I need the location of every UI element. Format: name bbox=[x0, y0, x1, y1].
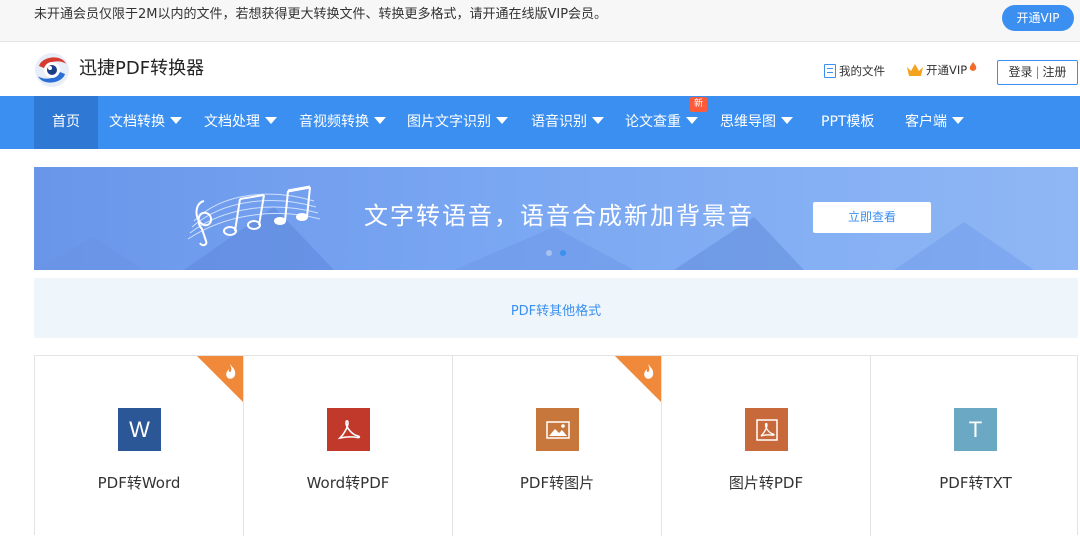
chevron-down-icon bbox=[265, 117, 277, 124]
my-files-label: 我的文件 bbox=[839, 64, 885, 78]
banner-view-button[interactable]: 立即查看 bbox=[813, 202, 931, 233]
nav-item-label: PPT模板 bbox=[821, 114, 875, 130]
nav-item-client[interactable]: 客户端 bbox=[905, 96, 964, 149]
site-header: 迅捷PDF转换器 我的文件 开通VIP 登录 | 注册 bbox=[0, 42, 1080, 96]
chevron-down-icon bbox=[374, 117, 386, 124]
tool-pdf-to-txt[interactable]: T PDF转TXT bbox=[871, 356, 1080, 536]
nav-item-doc-convert[interactable]: 文档转换 bbox=[109, 96, 182, 149]
tools-grid: W PDF转Word Word转PDF PDF转图片 图片转PDF T PDF转… bbox=[34, 355, 1080, 536]
notice-bar: 未开通会员仅限于2M以内的文件，若想获得更大转换文件、转换更多格式，请开通在线版… bbox=[0, 0, 1080, 42]
auth-separator: | bbox=[1035, 65, 1040, 79]
tool-pdf-to-image[interactable]: PDF转图片 bbox=[453, 356, 662, 536]
image-icon bbox=[536, 408, 579, 451]
nav-item-label: 思维导图 bbox=[720, 114, 776, 130]
nav-item-ocr[interactable]: 图片文字识别 bbox=[407, 96, 508, 149]
tool-word-to-pdf[interactable]: Word转PDF bbox=[244, 356, 453, 536]
tool-label: PDF转Word bbox=[97, 474, 181, 492]
nav-item-label: 文档处理 bbox=[204, 114, 260, 130]
text-icon: T bbox=[954, 408, 997, 451]
carousel-dot-1[interactable] bbox=[546, 250, 552, 256]
header-vip-label: 开通VIP bbox=[926, 63, 968, 77]
nav-item-label: 首页 bbox=[52, 114, 80, 130]
nav-item-doc-process[interactable]: 文档处理 bbox=[204, 96, 277, 149]
framed-acrobat-glyph bbox=[755, 418, 778, 441]
word-icon: W bbox=[118, 408, 161, 451]
tool-label: 图片转PDF bbox=[728, 474, 804, 492]
nav-item-label: 文档转换 bbox=[109, 114, 165, 130]
tool-image-to-pdf[interactable]: 图片转PDF bbox=[662, 356, 871, 536]
nav-item-plagiarism[interactable]: 论文查重 bbox=[625, 96, 698, 149]
hot-flame-icon bbox=[615, 356, 661, 402]
nav-item-av-convert[interactable]: 音视频转换 bbox=[299, 96, 386, 149]
tool-label: Word转PDF bbox=[306, 474, 390, 492]
acrobat-glyph bbox=[337, 419, 360, 439]
main-nav: 首页 文档转换 文档处理 音视频转换 图片文字识别 语音识别 论文查重 思维导图… bbox=[0, 96, 1080, 149]
document-icon bbox=[824, 64, 836, 78]
nav-item-label: 客户端 bbox=[905, 114, 947, 130]
pdf-framed-icon bbox=[745, 408, 788, 451]
music-notes-icon bbox=[187, 185, 321, 247]
chevron-down-icon bbox=[952, 117, 964, 124]
auth-box: 登录 | 注册 bbox=[997, 60, 1078, 85]
nav-item-label: 音视频转换 bbox=[299, 114, 369, 130]
app-logo-icon[interactable] bbox=[34, 52, 70, 88]
crown-icon bbox=[907, 64, 923, 76]
tool-label: PDF转TXT bbox=[939, 474, 1012, 492]
new-badge: 新 bbox=[690, 97, 707, 112]
header-vip-link[interactable]: 开通VIP bbox=[906, 62, 977, 78]
text-glyph: T bbox=[968, 416, 983, 442]
nav-item-label: 论文查重 bbox=[625, 114, 681, 130]
register-link[interactable]: 注册 bbox=[1043, 65, 1067, 79]
nav-item-label: 图片文字识别 bbox=[407, 114, 491, 130]
chevron-down-icon bbox=[592, 117, 604, 124]
banner-title: 文字转语音，语音合成新加背景音 bbox=[364, 202, 754, 230]
category-strip: PDF转其他格式 bbox=[34, 278, 1078, 338]
flame-icon bbox=[969, 62, 977, 71]
nav-item-home[interactable]: 首页 bbox=[34, 96, 98, 149]
nav-item-mindmap[interactable]: 思维导图 bbox=[720, 96, 793, 149]
chevron-down-icon bbox=[781, 117, 793, 124]
category-tab-pdf-to-other[interactable]: PDF转其他格式 bbox=[34, 300, 1078, 319]
tool-pdf-to-word[interactable]: W PDF转Word bbox=[35, 356, 244, 536]
nav-item-speech[interactable]: 语音识别 bbox=[531, 96, 604, 149]
nav-item-label: 语音识别 bbox=[531, 114, 587, 130]
tool-label: PDF转图片 bbox=[519, 474, 595, 492]
word-glyph: W bbox=[129, 416, 150, 442]
nav-item-ppt[interactable]: PPT模板 bbox=[821, 96, 874, 149]
picture-glyph bbox=[545, 420, 570, 439]
hot-flame-icon bbox=[197, 356, 243, 402]
open-vip-button[interactable]: 开通VIP bbox=[1002, 5, 1074, 31]
login-link[interactable]: 登录 bbox=[1008, 65, 1032, 79]
pdf-acrobat-icon bbox=[327, 408, 370, 451]
notice-text: 未开通会员仅限于2M以内的文件，若想获得更大转换文件、转换更多格式，请开通在线版… bbox=[34, 7, 608, 22]
chevron-down-icon bbox=[496, 117, 508, 124]
chevron-down-icon bbox=[170, 117, 182, 124]
app-name[interactable]: 迅捷PDF转换器 bbox=[79, 57, 204, 81]
carousel-dot-2[interactable] bbox=[560, 250, 566, 256]
chevron-down-icon bbox=[686, 117, 698, 124]
my-files-link[interactable]: 我的文件 bbox=[824, 63, 885, 79]
promo-banner[interactable]: 文字转语音，语音合成新加背景音 立即查看 bbox=[34, 167, 1078, 270]
